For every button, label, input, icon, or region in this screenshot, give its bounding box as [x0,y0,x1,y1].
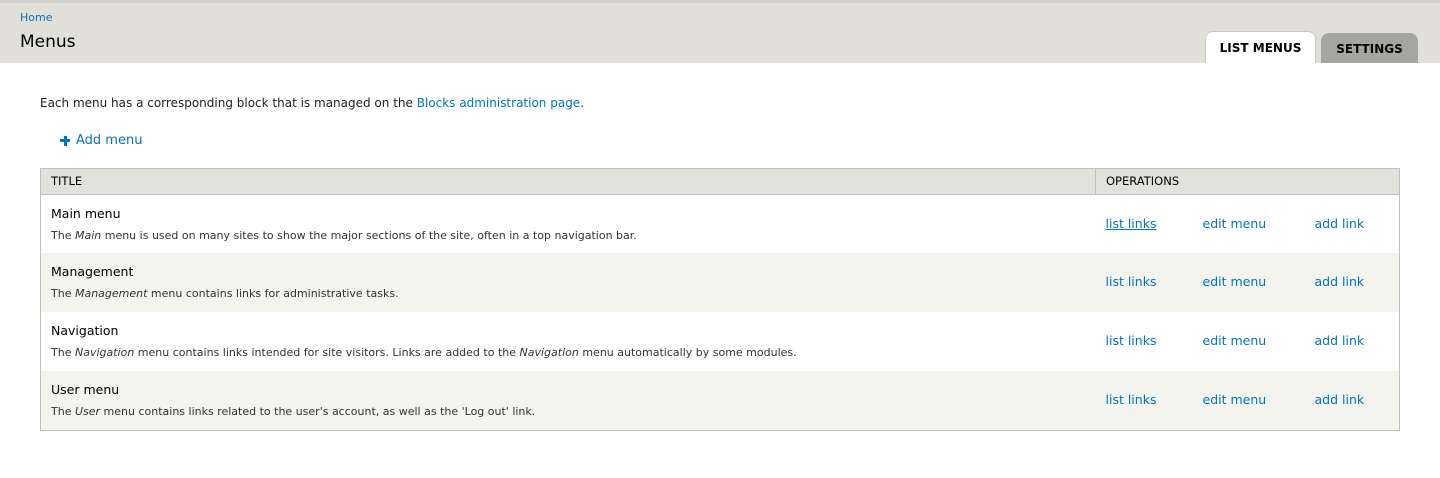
list-links-link[interactable]: list links [1106,274,1203,289]
table-header-row: TITLE OPERATIONS [40,168,1400,195]
menu-description: The User menu contains links related to … [51,405,536,418]
menu-operations-cell: list links edit menu add link [1095,371,1400,430]
menus-table: TITLE OPERATIONS Main menu The Main menu… [40,167,1400,431]
main-content: Each menu has a corresponding block that… [0,96,1440,431]
menu-description: The Navigation menu contains links inten… [51,346,797,359]
page-header: Home Menus LIST MENUS SETTINGS [0,0,1440,63]
menu-name: Management [51,264,134,279]
menu-title-cell: Main menu The Main menu is used on many … [41,194,1096,253]
page-title: Menus [20,32,76,52]
tab-list-menus[interactable]: LIST MENUS [1205,31,1316,63]
table-row: Main menu The Main menu is used on many … [41,194,1400,253]
list-links-link[interactable]: list links [1106,392,1203,407]
add-menu-label: Add menu [76,133,143,148]
menu-title-cell: User menu The User menu contains links r… [40,371,1096,430]
menu-description: The Main menu is used on many sites to s… [51,228,637,242]
add-menu-link[interactable]: Add menu [60,133,142,148]
menu-name: User menu [51,382,120,397]
column-header-operations: OPERATIONS [1095,168,1400,195]
menu-name: Navigation [51,323,119,338]
plus-icon [60,135,70,146]
add-link-link[interactable]: add link [1315,333,1395,348]
breadcrumb-home[interactable]: Home [20,11,52,24]
blocks-admin-link[interactable]: Blocks administration page [417,96,580,110]
menu-title-cell: Management The Management menu contains … [40,253,1096,312]
menu-description: The Management menu contains links for a… [51,287,399,300]
table-row: Management The Management menu contains … [40,253,1400,312]
intro-text: Each menu has a corresponding block that… [40,96,1400,110]
edit-menu-link[interactable]: edit menu [1203,274,1315,289]
intro-suffix: . [580,96,585,110]
tabs: LIST MENUS SETTINGS [1205,31,1418,63]
table-row: Navigation The Navigation menu contains … [41,312,1400,371]
add-link-link[interactable]: add link [1315,392,1395,407]
add-link-link[interactable]: add link [1315,216,1395,231]
edit-menu-link[interactable]: edit menu [1203,392,1315,407]
menu-title-cell: Navigation The Navigation menu contains … [41,312,1096,371]
tab-settings[interactable]: SETTINGS [1321,33,1418,63]
list-links-link[interactable]: list links [1106,216,1203,231]
menu-name: Main menu [51,205,121,221]
edit-menu-link[interactable]: edit menu [1203,216,1315,231]
menu-operations-cell: list links edit menu add link [1096,312,1400,371]
list-links-link[interactable]: list links [1106,333,1203,348]
edit-menu-link[interactable]: edit menu [1203,333,1315,348]
add-link-link[interactable]: add link [1315,274,1395,289]
intro-text-label: Each menu has a corresponding block that… [40,96,417,110]
column-header-title: TITLE [40,168,1096,195]
menu-operations-cell: list links edit menu add link [1096,194,1400,253]
table-row: User menu The User menu contains links r… [40,371,1400,430]
menu-operations-cell: list links edit menu add link [1095,253,1400,312]
